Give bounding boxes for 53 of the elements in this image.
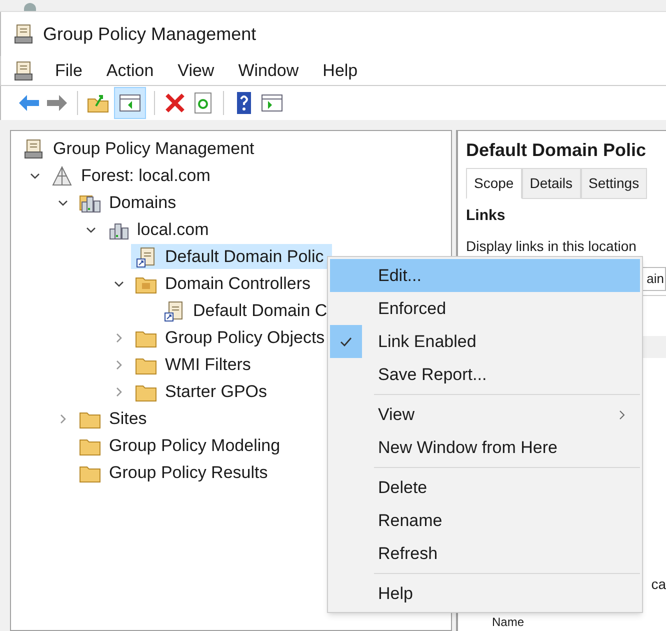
chevron-down-icon[interactable] <box>30 170 40 180</box>
window-title: Group Policy Management <box>43 22 256 46</box>
details-title: Default Domain Polic <box>466 139 648 162</box>
menu-item[interactable]: Rename <box>330 504 640 537</box>
chevron-down-icon[interactable] <box>86 224 96 234</box>
tree-item[interactable]: Sites <box>75 406 155 431</box>
tree-item[interactable]: Domain Controllers <box>131 271 318 296</box>
menu-item[interactable]: Delete <box>330 471 640 504</box>
menu-item[interactable]: View <box>330 398 640 431</box>
chevron-down-icon[interactable] <box>58 198 68 208</box>
tree-item[interactable]: Group Policy Results <box>75 460 276 485</box>
triangle-icon <box>51 164 73 186</box>
app-icon <box>13 23 35 45</box>
chevron-right-icon[interactable] <box>58 414 68 424</box>
tree-item[interactable]: Group Policy Modeling <box>75 433 288 458</box>
tab[interactable]: Details <box>522 168 580 199</box>
fragment-text: ca <box>651 574 666 594</box>
column-header: Name <box>492 616 524 628</box>
menu-item[interactable]: Save Report... <box>330 358 640 391</box>
menu-item[interactable]: View <box>174 58 218 84</box>
tree-item[interactable]: WMI Filters <box>131 352 259 377</box>
tree-item[interactable]: local.com <box>103 217 217 242</box>
menu-item[interactable]: Link Enabled <box>330 325 640 358</box>
delete-icon[interactable] <box>163 91 187 115</box>
shortcut-document-icon <box>135 246 157 268</box>
chevron-right-icon[interactable] <box>114 332 124 342</box>
tab[interactable]: Scope <box>466 168 522 199</box>
menu-item[interactable]: Action <box>102 58 158 84</box>
menu-item[interactable]: New Window from Here <box>330 431 640 464</box>
tree-item[interactable]: Domains <box>75 190 184 215</box>
pane-toggle-button[interactable] <box>114 87 146 119</box>
menu-item[interactable]: Window <box>234 58 303 84</box>
tree-item[interactable]: Group Policy Objects <box>131 325 333 350</box>
check-icon <box>340 336 352 346</box>
shortcut-document-icon <box>163 300 185 322</box>
menu-icon <box>13 60 35 82</box>
menu-item[interactable]: Edit... <box>330 259 640 292</box>
menu-item[interactable]: Refresh <box>330 537 640 570</box>
menu-item[interactable]: Help <box>318 58 362 84</box>
menu-item[interactable]: Help <box>330 577 640 610</box>
tree-item[interactable]: Default Domain Polic <box>131 244 332 269</box>
tree-item[interactable]: Group Policy Management <box>19 136 262 161</box>
tab[interactable]: Settings <box>580 168 648 199</box>
tree-item[interactable]: Forest: local.com <box>47 163 218 188</box>
chevron-right-icon[interactable] <box>114 386 124 396</box>
description-text: Display links in this location <box>466 236 638 256</box>
tree-item[interactable]: Starter GPOs <box>131 379 276 404</box>
chevron-right-icon[interactable] <box>114 360 124 370</box>
menu-item[interactable]: File <box>51 58 86 84</box>
section-heading: Links <box>466 206 506 226</box>
chevron-down-icon[interactable] <box>114 278 124 288</box>
chevron-right-icon <box>618 410 626 420</box>
console-icon <box>23 138 45 160</box>
